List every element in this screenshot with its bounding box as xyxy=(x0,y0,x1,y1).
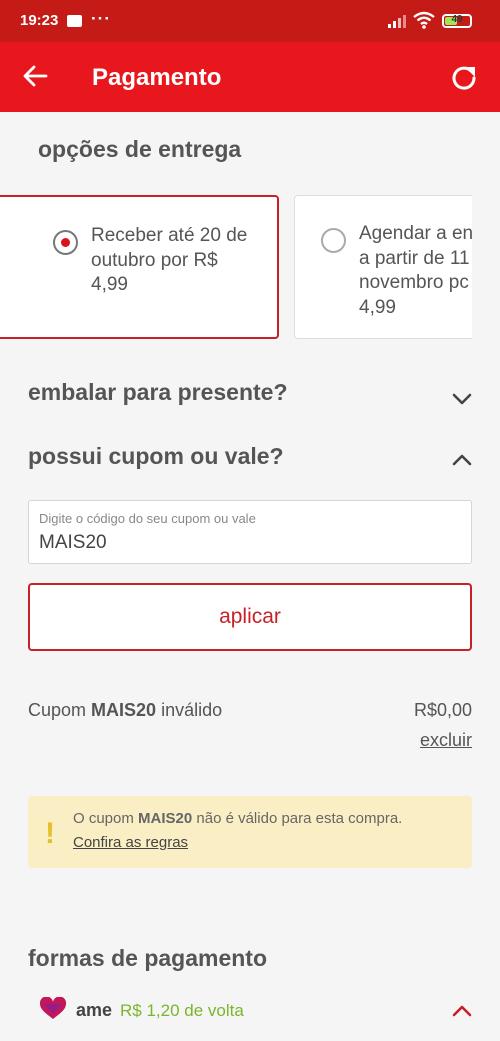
ame-label[interactable]: ame xyxy=(76,1000,112,1021)
delivery-section-title: opções de entrega xyxy=(38,136,242,162)
coupon-field-label: Digite o código do seu cupom ou vale xyxy=(39,511,256,526)
delivery-option-text: Receber até 20 de outubro por R$ 4,99 xyxy=(91,225,248,295)
chevron-up-icon[interactable] xyxy=(450,452,474,468)
message-icon xyxy=(67,15,82,27)
app-bar: Pagamento xyxy=(0,42,500,112)
status-time: 19:23 xyxy=(20,12,59,29)
page-title: Pagamento xyxy=(92,64,222,91)
delivery-option-scheduled[interactable]: Agendar a en a partir de 11 novembro pc … xyxy=(294,195,500,339)
ame-cashback: R$ 1,20 de volta xyxy=(120,1001,244,1020)
signal-icon xyxy=(388,15,406,28)
coupon-section-title[interactable]: possui cupom ou vale? xyxy=(28,443,284,470)
delivery-option-standard[interactable]: Receber até 20 de outubro por R$ 4,99 xyxy=(0,195,279,339)
chevron-down-icon[interactable] xyxy=(450,391,474,407)
delivery-option-text: Agendar a en a partir de 11 novembro pc … xyxy=(359,223,474,318)
apply-coupon-button[interactable]: aplicar xyxy=(28,583,472,651)
chevron-up-icon[interactable] xyxy=(450,1003,474,1019)
coupon-field[interactable]: Digite o código do seu cupom ou vale xyxy=(28,500,472,564)
coupon-status: Cupom MAIS20 inválido xyxy=(28,700,223,720)
payment-section-title: formas de pagamento xyxy=(28,945,267,971)
rules-link[interactable]: Confira as regras xyxy=(73,834,188,851)
coupon-warning-box: ! O cupom MAIS20 não é válido para esta … xyxy=(28,796,472,868)
refresh-icon[interactable] xyxy=(448,62,480,94)
delivery-radio-scheduled[interactable] xyxy=(321,228,346,253)
status-bar: 19:23 ··· 49 xyxy=(0,0,500,42)
arrow-left-icon[interactable] xyxy=(22,64,48,88)
battery-level: 49 xyxy=(451,14,463,25)
wifi-icon xyxy=(413,11,435,29)
status-more-dots: ··· xyxy=(91,9,111,28)
warning-message: O cupom MAIS20 não é válido para esta co… xyxy=(73,810,403,827)
remove-coupon-link[interactable]: excluir xyxy=(390,730,472,751)
coupon-input[interactable] xyxy=(39,532,459,554)
gift-wrap-title[interactable]: embalar para presente? xyxy=(28,379,288,406)
delivery-radio-standard[interactable] xyxy=(53,230,78,255)
ame-logo-icon xyxy=(39,997,67,1019)
battery-icon: 49 xyxy=(442,14,472,28)
coupon-amount: R$0,00 xyxy=(413,700,472,720)
coupon-status-code: MAIS20 xyxy=(91,700,157,720)
scroll-edge xyxy=(472,185,500,345)
exclamation-icon: ! xyxy=(45,817,55,850)
